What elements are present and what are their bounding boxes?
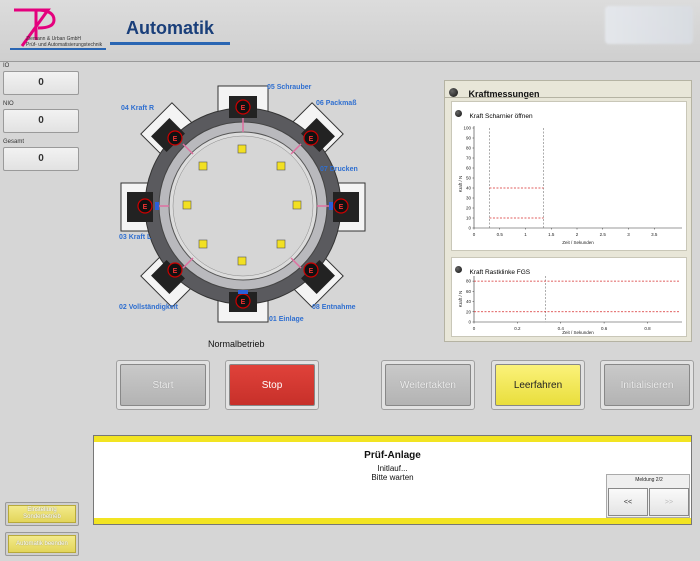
einstellung-button-frame: Einstellung Sonderbetrieb [5, 502, 79, 526]
y-tick-label: 60 [466, 166, 472, 171]
x-tick-label: 0 [473, 326, 476, 331]
chart2-xlabel: Zeit / Sekunden [562, 330, 594, 335]
station-label-02: 02 Vollständigkeit [119, 304, 178, 311]
previous-message-button[interactable]: << [608, 488, 648, 516]
message-panel: Prüf-Anlage Initlauf... Bitte warten Mel… [93, 435, 692, 525]
chart-scharnier: Kraft Scharnier öffnen 100 90 80 70 60 50 40 30… [451, 101, 687, 251]
station-label-01: 01 Einlage [269, 316, 304, 323]
automatik-beenden-button[interactable]: Automatik beenden [8, 535, 76, 553]
stop-button-frame: Stop [225, 360, 319, 410]
leerfahren-button-frame: Leerfahren [491, 360, 585, 410]
y-tick-label: 20 [466, 309, 472, 314]
station-label-05: 05 Schrauber [267, 84, 312, 91]
y-tick-label: 100 [463, 126, 471, 131]
y-tick-label: 20 [466, 206, 472, 211]
message-counter: Meldung 2/2 [635, 477, 663, 483]
message-title: Prüf-Anlage [364, 450, 421, 461]
y-tick-label: 50 [466, 176, 472, 181]
x-tick-label: 3.5 [651, 232, 658, 237]
chart-rastklinke: Kraft Rastklinke FGS 80 60 40 20 0 0 0.2 0.4 0.… [451, 257, 687, 337]
stop-button[interactable]: Stop [229, 364, 315, 406]
initialisieren-button-frame: Initialisieren [600, 360, 694, 410]
x-tick-label: 1 [524, 232, 527, 237]
x-tick-label: 2 [576, 232, 579, 237]
message-bottom-stripe [94, 518, 691, 524]
initialisieren-button[interactable]: Initialisieren [604, 364, 690, 406]
y-tick-label: 30 [466, 196, 472, 201]
customer-logo [605, 6, 693, 44]
y-tick-label: 70 [466, 156, 472, 161]
x-tick-label: 0.8 [644, 326, 651, 331]
rotary-table-diagram: E E E E E E E E [120, 85, 366, 323]
message-navigator: Meldung 2/2 << >> [606, 474, 690, 518]
y-tick-label: 0 [468, 226, 471, 231]
start-button[interactable]: Start [120, 364, 206, 406]
chart1-svg: 1009080706050403020100 0 0.5 1 1.5 2 2.5 3 3.5 … [458, 126, 682, 245]
page-title: Automatik [126, 18, 215, 38]
chart2-svg: 806040200 0 0.2 0.4 0.6 0.8 Kraft / N Zeit /… [458, 276, 682, 335]
station-marker: E [339, 204, 344, 211]
y-tick-label: 80 [466, 146, 472, 151]
operating-mode: Normalbetrieb [208, 339, 265, 349]
station-marker: E [309, 268, 314, 275]
io-counter: 0 [3, 71, 79, 95]
einstellung-sonderbetrieb-button[interactable]: Einstellung Sonderbetrieb [8, 505, 76, 523]
station-label-06: 06 Packmaß [316, 100, 357, 107]
y-tick-label: 40 [466, 299, 472, 304]
x-tick-label: 0.6 [601, 326, 608, 331]
y-tick-label: 80 [466, 279, 472, 284]
nio-label: NIO [3, 101, 14, 107]
station-marker: E [241, 299, 246, 306]
company-name: Ziemann & Urban GmbH Prüf- und Automatis… [26, 36, 103, 48]
y-tick-label: 40 [466, 186, 472, 191]
message-line-2: Bitte warten [371, 473, 414, 482]
x-tick-label: 2.5 [600, 232, 607, 237]
status-dot-icon [449, 88, 458, 98]
start-button-frame: Start [116, 360, 210, 410]
nio-counter: 0 [3, 109, 79, 133]
weitertakten-button-frame: Weitertakten [381, 360, 475, 410]
station-marker: E [173, 268, 178, 275]
gesamt-counter: 0 [3, 147, 79, 171]
chart1-xlabel: Zeit / Sekunden [562, 240, 594, 245]
title-underline [110, 42, 230, 45]
chart2-ylabel: Kraft / N [458, 291, 463, 308]
leerfahren-button[interactable]: Leerfahren [495, 364, 581, 406]
x-tick-label: 1.5 [548, 232, 555, 237]
station-label-04: 04 Kraft R [121, 105, 155, 112]
io-label: IO [3, 63, 10, 69]
y-tick-label: 10 [466, 216, 472, 221]
next-message-button[interactable]: >> [649, 488, 689, 516]
station-label-07: 07 Drucken [320, 166, 358, 173]
station-marker: E [309, 136, 314, 143]
weitertakten-button[interactable]: Weitertakten [385, 364, 471, 406]
force-measurements-panel: Kraftmessungen Kraft Scharnier öffnen 10… [444, 80, 692, 342]
station-marker: E [241, 105, 246, 112]
station-label-03: 03 Kraft L [119, 234, 152, 241]
x-tick-label: 0.5 [497, 232, 504, 237]
beenden-button-frame: Automatik beenden [5, 532, 79, 556]
x-tick-label: 0.2 [514, 326, 521, 331]
station-marker: E [143, 204, 148, 211]
message-line-1: Initlauf... [377, 464, 408, 473]
station-marker: E [173, 136, 178, 143]
panel-header: Kraftmessungen [449, 84, 539, 102]
x-tick-label: 0 [473, 232, 476, 237]
x-tick-label: 3 [627, 232, 630, 237]
chart1-ylabel: Kraft / N [458, 176, 463, 193]
station-label-08: 08 Entnahme [312, 304, 356, 311]
company-logo [10, 8, 106, 50]
y-tick-label: 60 [466, 289, 472, 294]
gesamt-label: Gesamt [3, 139, 25, 145]
y-tick-label: 90 [466, 136, 472, 141]
y-tick-label: 0 [468, 320, 471, 325]
message-top-stripe [94, 436, 691, 442]
